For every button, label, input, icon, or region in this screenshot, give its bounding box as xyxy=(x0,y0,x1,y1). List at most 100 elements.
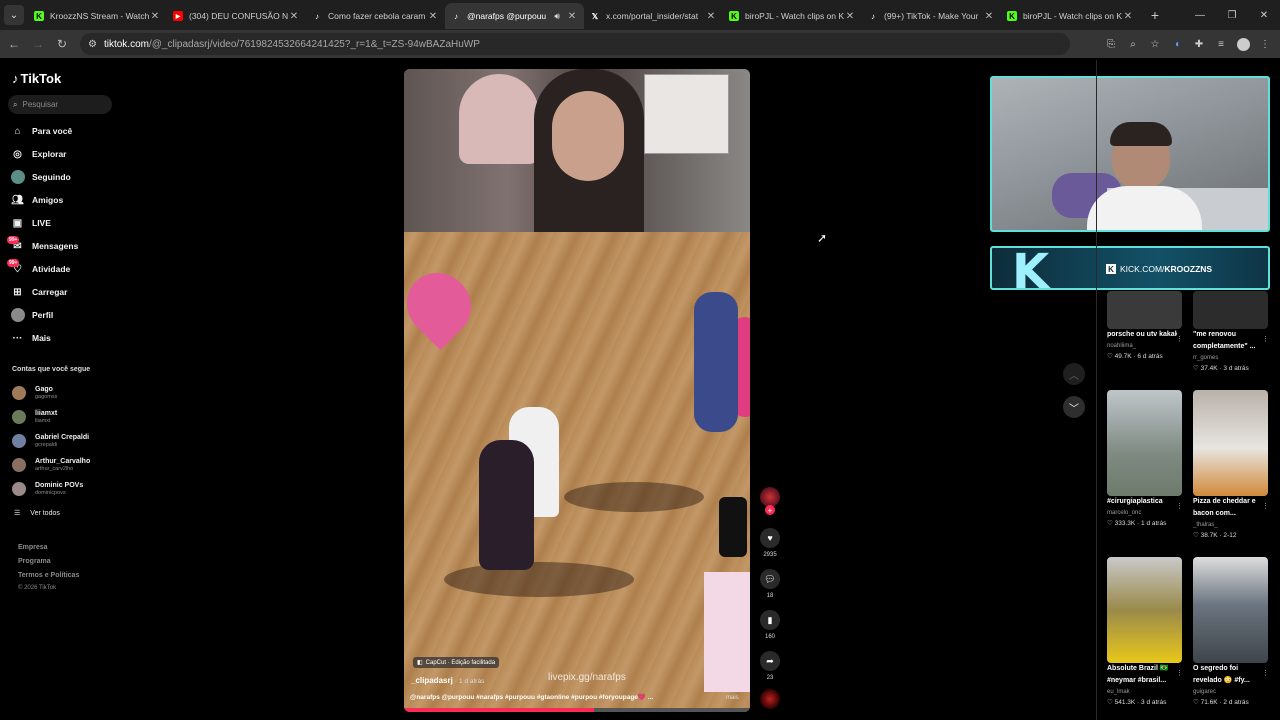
suggested-video[interactable]: Absolute Brazil 🇧🇷 #neymar #brasil... eu… xyxy=(1107,557,1183,708)
search-input[interactable]: ⌕ Pesquisar xyxy=(8,95,112,114)
more-caption-link[interactable]: mais xyxy=(726,695,739,701)
nav-live[interactable]: ▣ LIVE xyxy=(10,213,51,233)
footer-link-programa[interactable]: Programa xyxy=(18,558,51,565)
more-options-icon[interactable]: ⋮ xyxy=(1262,335,1269,343)
following-account[interactable]: Gabriel Crepaldi gcrepaldi xyxy=(12,430,89,452)
more-icon: ··· xyxy=(12,332,23,344)
suggested-video[interactable]: #cirurgiaplastica marcelo_onc ♡ 333.3K ·… xyxy=(1107,390,1183,529)
close-tab-icon[interactable]: ✕ xyxy=(427,11,439,22)
next-video-button[interactable]: ﹀ xyxy=(1063,396,1085,418)
close-tab-icon[interactable]: ✕ xyxy=(566,11,578,22)
messages-icon: ✉ 99+ xyxy=(7,235,22,252)
capcut-tag[interactable]: ◧ CapCut · Edição facilitada xyxy=(413,657,500,668)
tab-7[interactable]: KbiroPJL - Watch clips on K ✕ xyxy=(1001,3,1140,29)
restore-icon[interactable]: ❐ xyxy=(1216,0,1248,30)
creator-avatar[interactable] xyxy=(760,487,780,507)
extensions-icon[interactable]: ✚ xyxy=(1188,33,1210,55)
comment-action[interactable]: 💬︎ 18 xyxy=(760,569,780,599)
save-action[interactable]: ▮ 160 xyxy=(760,610,780,640)
video-player[interactable]: ◧ CapCut · Edição facilitada livepix.gg/n… xyxy=(404,69,750,712)
nav-mais[interactable]: ··· Mais xyxy=(10,328,51,348)
tab-1[interactable]: ▶ (304) DEU CONFUSÃO N ✕ xyxy=(167,3,306,29)
heart-icon: ♡ xyxy=(1193,365,1199,372)
window-controls: — ❐ ✕ xyxy=(1184,0,1280,30)
new-tab-icon[interactable]: + xyxy=(1144,7,1166,23)
video-thumbnail[interactable] xyxy=(1107,557,1182,663)
reload-icon[interactable]: ↻ xyxy=(50,32,74,56)
music-disc-icon[interactable] xyxy=(760,689,780,709)
back-icon[interactable]: ← xyxy=(2,32,26,56)
video-thumbnail[interactable] xyxy=(1107,390,1182,496)
close-tab-icon[interactable]: ✕ xyxy=(1122,11,1134,22)
tab-5[interactable]: KbiroPJL - Watch clips on K ✕ xyxy=(723,3,862,29)
tab-6[interactable]: ♪ (99+) TikTok - Make Your ✕ xyxy=(862,3,1001,29)
see-all-link[interactable]: ☰ Ver todos xyxy=(14,509,60,518)
more-options-icon[interactable]: ⋮ xyxy=(1176,502,1183,510)
video-thumbnail[interactable] xyxy=(1107,291,1182,329)
comment-icon[interactable]: 💬︎ xyxy=(760,569,780,589)
extension-audio-icon[interactable]: ◖ xyxy=(1166,33,1188,55)
more-options-icon[interactable]: ⋮ xyxy=(1176,335,1183,343)
footer-link-termos[interactable]: Termos e Políticas xyxy=(18,572,79,579)
bookmark-star-icon[interactable]: ☆ xyxy=(1144,33,1166,55)
bookmark-icon[interactable]: ▮ xyxy=(760,610,780,630)
close-tab-icon[interactable]: ✕ xyxy=(149,11,161,22)
address-bar[interactable]: ⚙︎ tiktok.com/@_clipadasrj/video/7619824… xyxy=(80,33,1070,55)
nav-mensagens[interactable]: ✉ 99+ Mensagens xyxy=(7,235,78,256)
following-account[interactable]: Gago gagomss xyxy=(12,382,57,404)
nav-carregar[interactable]: ⊞ Carregar xyxy=(10,282,67,302)
video-thumbnail[interactable] xyxy=(1193,557,1268,663)
more-options-icon[interactable]: ⋮ xyxy=(1176,669,1183,677)
nav-amigos[interactable]: 👥︎ Amigos xyxy=(10,190,63,210)
nav-seguindo[interactable]: Seguindo xyxy=(10,167,71,187)
nav-perfil[interactable]: Perfil xyxy=(10,305,53,325)
suggested-video[interactable]: "me renovou completamente" ... rr_gomes … xyxy=(1193,291,1269,374)
audio-playing-icon[interactable]: 🔊︎ xyxy=(554,11,560,22)
close-tab-icon[interactable]: ✕ xyxy=(983,11,995,22)
follow-plus-icon[interactable]: + xyxy=(765,505,775,515)
kick-icon: K xyxy=(729,11,739,21)
following-account[interactable]: Dominic POVs dominicpovs xyxy=(12,478,83,500)
close-tab-icon[interactable]: ✕ xyxy=(844,11,856,22)
video-progress-bar[interactable] xyxy=(404,708,750,712)
suggested-video[interactable]: Pizza de cheddar e bacon com... _thalras… xyxy=(1193,390,1269,541)
following-account[interactable]: liiamxt liiamxt xyxy=(12,406,57,428)
share-icon[interactable]: ➦ xyxy=(760,651,780,671)
avatar xyxy=(12,434,26,448)
footer-link-empresa[interactable]: Empresa xyxy=(18,544,48,551)
video-author[interactable]: _clipadasrj · 1 d atrás xyxy=(411,676,484,685)
progress-fill xyxy=(404,708,595,712)
more-options-icon[interactable]: ⋮ xyxy=(1262,669,1269,677)
nav-para-voce[interactable]: ⌂ Para você xyxy=(10,121,72,141)
more-options-icon[interactable]: ⋮ xyxy=(1262,502,1269,510)
suggested-video[interactable]: O segredo foi revelado 😳 #fy... guigarec… xyxy=(1193,557,1269,708)
nav-atividade[interactable]: ♡ 99+ Atividade xyxy=(7,258,70,279)
install-app-icon[interactable]: ⎘ xyxy=(1100,33,1122,55)
following-account[interactable]: Arthur_Carvalho arthur_carv2lho xyxy=(12,454,90,476)
video-thumbnail[interactable] xyxy=(1193,291,1268,329)
like-action[interactable]: ♥ 2935 xyxy=(760,528,780,558)
menu-kebab-icon[interactable]: ⋮ xyxy=(1254,33,1276,55)
zoom-icon[interactable]: ⌕ xyxy=(1122,33,1144,55)
tab-4[interactable]: 𝕏x.com/portal_insider/stat ✕ xyxy=(584,3,723,29)
video-caption[interactable]: @narafps @purpouu #narafps #purpouu #gta… xyxy=(410,693,653,701)
site-info-icon[interactable]: ⚙︎ xyxy=(88,39,97,50)
tiktok-logo[interactable]: ♪ TikTok xyxy=(12,71,61,86)
media-control-icon[interactable]: ≡ xyxy=(1210,33,1232,55)
nav-explorar[interactable]: ◎ Explorar xyxy=(10,144,66,164)
tab-3-active[interactable]: ♪ @narafps @purpouu 🔊︎ ✕ xyxy=(445,3,584,29)
video-thumbnail[interactable] xyxy=(1193,390,1268,496)
close-window-icon[interactable]: ✕ xyxy=(1248,0,1280,30)
heart-icon[interactable]: ♥ xyxy=(760,528,780,548)
share-action[interactable]: ➦ 23 xyxy=(760,651,780,681)
close-tab-icon[interactable]: ✕ xyxy=(288,11,300,22)
tab-0[interactable]: K KroozzNS Stream - Watch ✕ xyxy=(28,3,167,29)
profile-avatar-icon[interactable] xyxy=(1232,33,1254,55)
forward-icon[interactable]: → xyxy=(26,32,50,56)
close-tab-icon[interactable]: ✕ xyxy=(705,11,717,22)
suggested-video[interactable]: porsche ou utv kakakaka #fyp... noahliim… xyxy=(1107,291,1183,362)
tab-search-icon[interactable]: ⌄ xyxy=(4,5,24,25)
previous-video-button[interactable]: ︿ xyxy=(1063,363,1085,385)
tab-2[interactable]: ♪ Como fazer cebola caram ✕ xyxy=(306,3,445,29)
minimize-icon[interactable]: — xyxy=(1184,0,1216,30)
